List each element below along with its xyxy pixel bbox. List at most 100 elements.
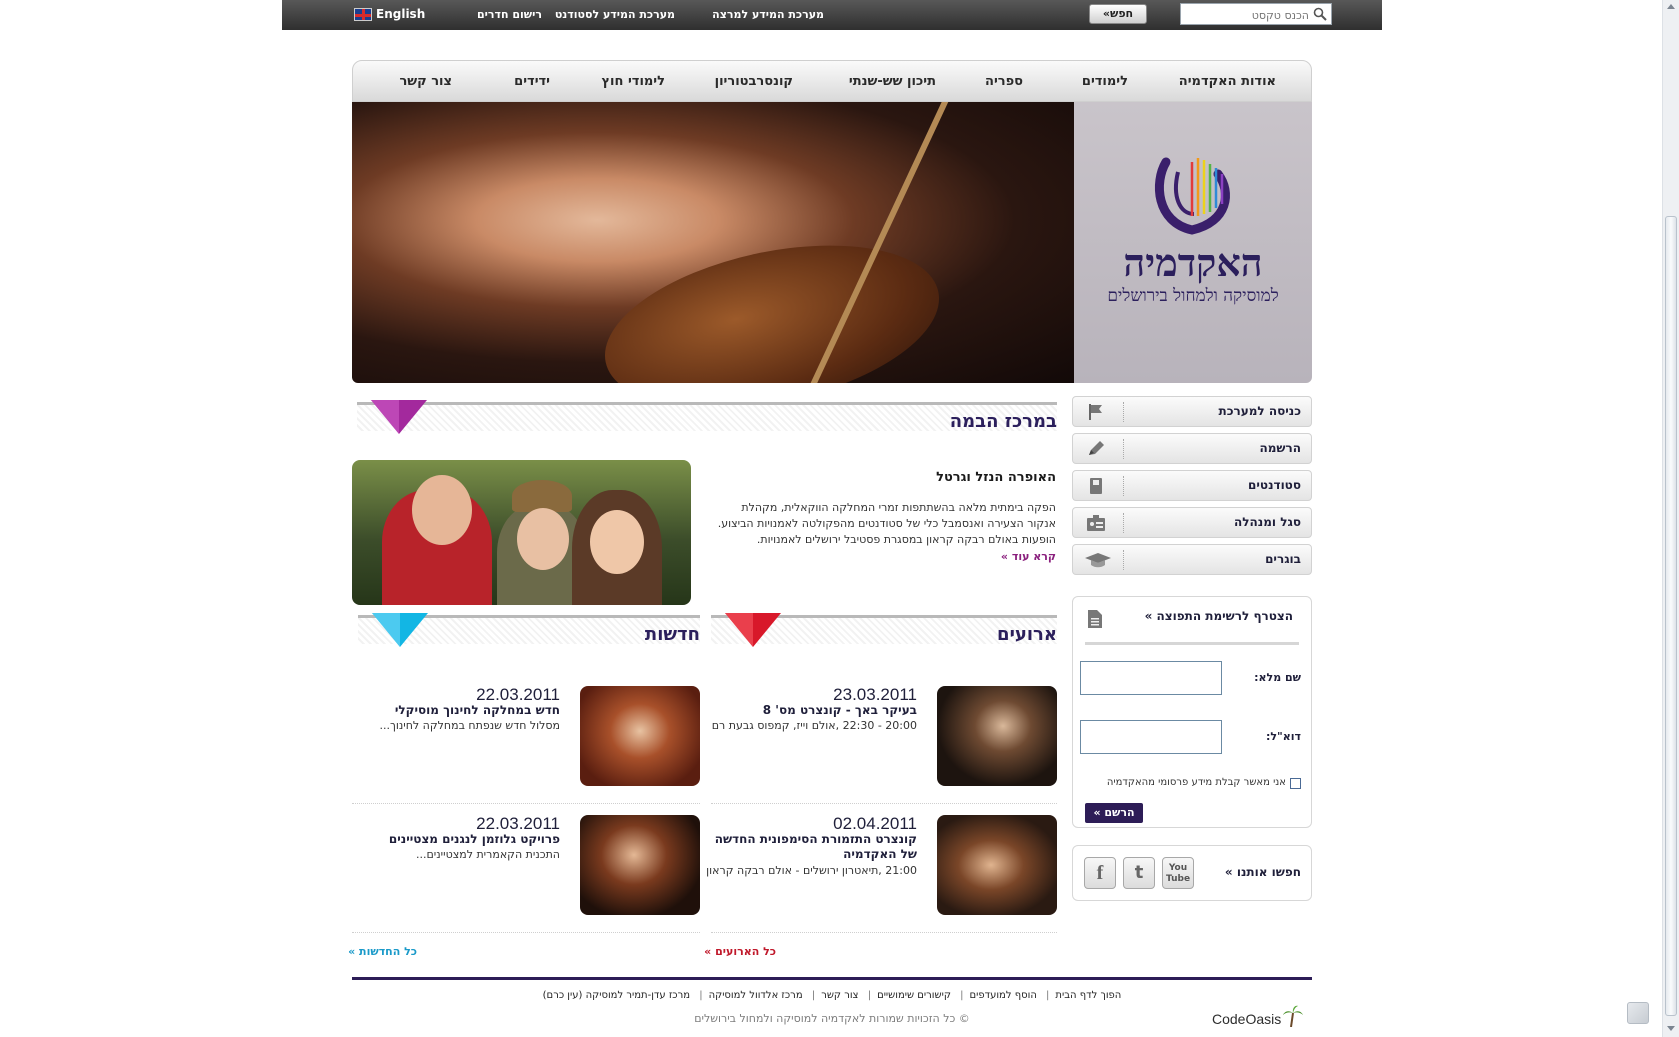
news-summary: מסלול חדש שנפתח במחלקה לחינוך... [379, 719, 560, 732]
copyright: © כל הזכויות שמורות לאקדמיה למוסיקה ולמח… [694, 1012, 970, 1025]
footer-links: הפוך לדף הבית | הוסף למועדפים | קישורים שי… [352, 990, 1312, 1001]
violin-shape [590, 218, 954, 383]
follow-title: חפשו אותנו » [1224, 865, 1301, 879]
newsletter-title[interactable]: הצטרף לרשימת התפוצה » [1145, 609, 1293, 623]
lecturer-system-link[interactable]: מערכת המידע למרצה [712, 8, 824, 21]
lyre-logo-icon [1154, 157, 1230, 235]
red-gem-icon [725, 613, 781, 647]
main-navigation: אודות האקדמיה לימודים ספריה תיכון שש-שנת… [352, 60, 1312, 102]
twitter-icon[interactable]: t [1123, 857, 1155, 889]
news-header: חדשות [358, 613, 700, 651]
graduation-cap-icon [1085, 553, 1111, 568]
event-details: 21:00 ,תיאטרון ירושלים - אולם רבקה קראון [706, 864, 917, 877]
side-item-separator [1123, 550, 1124, 570]
side-item-staff[interactable]: סגל ומנהלה [1072, 507, 1312, 538]
follow-us-box: חפשו אותנו » f t You Tube [1072, 845, 1312, 901]
facebook-icon[interactable]: f [1084, 857, 1116, 889]
footer-separator: | [867, 990, 872, 1001]
youtube-icon[interactable]: You Tube [1162, 857, 1194, 889]
read-more-link[interactable]: קרא עוד » [1001, 550, 1056, 563]
events-heading: ארועים [997, 624, 1057, 645]
events-header: ארועים [711, 613, 1057, 651]
spotlight-heading: במרכז הבמה [949, 411, 1057, 432]
side-item-label: בוגרים [1265, 552, 1301, 566]
flag-icon [1089, 404, 1102, 420]
footer-separator: | [960, 990, 964, 1001]
side-item-label: כניסה למערכת [1218, 404, 1302, 418]
girl-violin-photo[interactable] [580, 686, 700, 786]
language-label: English [376, 7, 426, 21]
event-details: 20:00 - 22:30 ,אולם וייז, קמפוס גבעת רם [711, 719, 917, 732]
search-button[interactable]: חפש» [1089, 4, 1147, 24]
side-item-label: סטודנטים [1248, 478, 1301, 492]
room-booking-link[interactable]: רישום חדרים [477, 8, 542, 21]
side-item-students[interactable]: סטודנטים [1072, 470, 1312, 501]
nav-studies[interactable]: לימודים [1082, 74, 1128, 89]
news-title[interactable]: פרויקט גלוזמן לנגנים מצטיינים [389, 832, 560, 847]
id-card-icon [1087, 515, 1105, 531]
codeoasis-credit[interactable]: CodeOasis [1212, 1005, 1304, 1027]
events-bottom-divider [711, 932, 1057, 933]
newsletter-divider [1085, 642, 1299, 645]
academy-logo[interactable]: האקדמיה למוסיקה ולמחול בירושלים [1074, 102, 1312, 383]
logo-subtitle: למוסיקה ולמחול בירושלים [1107, 286, 1279, 306]
side-item-separator [1123, 476, 1124, 496]
footer-link-eldwell-center[interactable]: מרכז אלדוול למוסיקה [709, 990, 803, 1001]
nav-about[interactable]: אודות האקדמיה [1179, 74, 1276, 89]
nav-high-school[interactable]: תיכון שש-שנתי [849, 74, 936, 89]
event-title[interactable]: קונצרט התזמורת הסימפונית החדשה של האקדמי… [707, 832, 917, 862]
codeoasis-label: CodeOasis [1212, 1011, 1282, 1027]
vertical-scrollbar[interactable] [1662, 0, 1679, 1037]
footer-link-homepage[interactable]: הפוך לדף הבית [1055, 990, 1121, 1001]
register-button[interactable]: הרשם » [1085, 803, 1143, 823]
palm-tree-icon [1283, 1005, 1304, 1027]
name-label: שם מלא: [1254, 671, 1301, 684]
scroll-thumb[interactable] [1665, 216, 1677, 1016]
email-field[interactable] [1080, 720, 1222, 754]
full-name-field[interactable] [1080, 661, 1222, 695]
nav-conservatory[interactable]: קונסרבטוריון [715, 74, 793, 89]
news-date: 22.03.2011 [476, 814, 560, 833]
consent-checkbox[interactable] [1290, 778, 1301, 789]
nav-friends[interactable]: ידידים [514, 74, 550, 89]
event-title[interactable]: בעיקר באך - קונצרט מס' 8 [763, 703, 917, 718]
nav-contact[interactable]: צור קשר [399, 74, 452, 89]
footer-link-useful-links[interactable]: קישורים שימושיים [877, 990, 951, 1001]
uk-flag-icon [354, 7, 372, 21]
footer-link-eden-tamir-center[interactable]: מרכז עדן-תמיר למוסיקה (עין כרם) [543, 990, 690, 1001]
side-item-login[interactable]: כניסה למערכת [1072, 396, 1312, 427]
side-item-label: סגל ומנהלה [1234, 515, 1301, 529]
side-item-separator [1123, 402, 1124, 422]
side-item-registration[interactable]: הרשמה [1072, 433, 1312, 464]
book-icon [1090, 478, 1102, 494]
side-item-label: הרשמה [1259, 441, 1302, 455]
news-heading: חדשות [644, 624, 700, 645]
search-box [1180, 3, 1332, 26]
violinist-portrait[interactable] [580, 815, 700, 915]
scroll-down-arrow-icon[interactable] [1667, 1026, 1675, 1031]
spotlight-title[interactable]: האופרה הנזל וגרטל [936, 470, 1056, 485]
all-news-link[interactable]: כל החדשות » [348, 945, 417, 958]
event-date: 02.04.2011 [833, 814, 917, 833]
footer-link-contact[interactable]: צור קשר [821, 990, 858, 1001]
language-switch[interactable]: English [354, 7, 425, 21]
email-label: דוא"ל: [1265, 730, 1301, 743]
footer-link-favorites[interactable]: הוסף למועדפים [970, 990, 1037, 1001]
news-title[interactable]: חדש במחלקה לחינוך מוסיקלי [395, 703, 560, 718]
side-item-alumni[interactable]: בוגרים [1072, 544, 1312, 575]
hansel-gretel-photo[interactable] [352, 460, 691, 605]
singer-face [517, 508, 569, 570]
footer-separator: | [811, 990, 816, 1001]
scroll-up-arrow-icon[interactable] [1667, 4, 1675, 9]
orchestra-photo[interactable] [937, 815, 1057, 915]
nav-library[interactable]: ספריה [985, 74, 1023, 89]
nav-external-studies[interactable]: לימודי חוץ [601, 74, 665, 89]
news-bottom-divider [352, 932, 700, 933]
spotlight-description: הפקה בימתית מלאה בהשתתפות זמרי המחלקה הו… [717, 501, 1056, 546]
bach-portrait[interactable] [937, 686, 1057, 786]
student-system-link[interactable]: מערכת המידע לסטודנט [555, 8, 675, 21]
news-divider [352, 803, 700, 804]
event-date: 23.03.2011 [833, 685, 917, 704]
all-events-link[interactable]: כל הארועים » [704, 945, 776, 958]
search-icon[interactable] [1313, 7, 1327, 21]
